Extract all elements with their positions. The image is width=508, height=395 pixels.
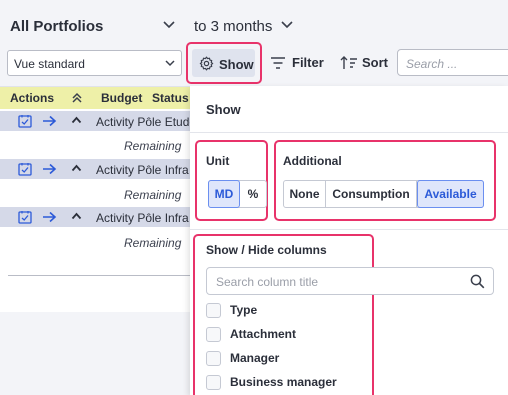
additional-toggle: None Consumption Available <box>283 180 484 208</box>
portfolio-table: Actions Budget Status Activity Pôle Etud… <box>0 86 190 312</box>
unit-percent-option[interactable]: % <box>240 181 266 207</box>
row-remaining: Remaining <box>124 139 182 153</box>
column-toggle-label: Attachment <box>230 327 297 341</box>
table-divider <box>8 275 190 276</box>
checkbox[interactable] <box>206 375 221 390</box>
additional-consumption-option[interactable]: Consumption <box>326 181 417 207</box>
top-bar: All Portfolios to 3 months <box>0 0 508 44</box>
unit-toggle: MD % <box>208 180 267 208</box>
column-toggle-label: Manager <box>230 351 280 365</box>
column-toggle-label: Business manager <box>230 375 337 389</box>
row-name[interactable]: Activity Pôle Infra <box>96 163 190 177</box>
panel-title: Show <box>206 102 241 117</box>
show-button-label: Show <box>219 57 254 72</box>
table-row[interactable]: Activity Pôle Infra <box>0 207 190 227</box>
chevron-down-icon[interactable] <box>280 20 294 30</box>
gear-icon <box>199 56 214 71</box>
search-icon <box>470 274 485 289</box>
filter-icon <box>271 57 285 69</box>
task-check-icon[interactable] <box>18 162 32 176</box>
row-name[interactable]: Activity Pôle Infra <box>96 211 190 225</box>
search-input[interactable]: Search ... <box>397 49 508 76</box>
filter-button-label: Filter <box>292 55 324 70</box>
arrow-right-icon[interactable] <box>42 163 57 175</box>
arrow-right-icon[interactable] <box>42 211 57 223</box>
period-selector[interactable]: to 3 months <box>194 18 272 35</box>
chevron-up-icon[interactable] <box>71 116 82 124</box>
checkbox[interactable] <box>206 327 221 342</box>
table-row[interactable]: Activity Pôle Etudes <box>0 111 190 131</box>
table-header: Actions Budget Status <box>0 87 190 109</box>
checkbox[interactable] <box>206 351 221 366</box>
additional-available-option[interactable]: Available <box>417 180 484 208</box>
show-button[interactable]: Show <box>192 49 255 77</box>
column-toggle-label: Type <box>230 303 258 317</box>
column-search-input[interactable]: Search column title <box>206 267 494 295</box>
chevron-up-icon[interactable] <box>71 212 82 220</box>
row-remaining: Remaining <box>124 188 182 202</box>
chevron-down-icon <box>165 60 175 67</box>
divider <box>190 229 508 230</box>
column-header-budget[interactable]: Budget <box>101 91 142 105</box>
additional-none-option[interactable]: None <box>284 181 326 207</box>
column-header-status[interactable]: Status <box>152 91 189 105</box>
chevron-down-icon[interactable] <box>162 20 176 30</box>
table-row[interactable]: Activity Pôle Infra <box>0 159 190 179</box>
columns-section-title: Show / Hide columns <box>206 243 327 257</box>
additional-section: Additional None Consumption Available <box>274 140 496 221</box>
divider <box>190 132 508 133</box>
row-remaining: Remaining <box>124 236 182 250</box>
task-check-icon[interactable] <box>18 210 32 224</box>
unit-section: Unit MD % <box>195 140 268 221</box>
task-check-icon[interactable] <box>18 114 32 128</box>
chevron-up-icon[interactable] <box>71 164 82 172</box>
portfolio-selector[interactable]: All Portfolios <box>10 18 103 35</box>
checkbox[interactable] <box>206 303 221 318</box>
sort-icon <box>340 56 357 69</box>
collapse-all-icon[interactable] <box>71 92 83 104</box>
show-button-highlight: Show <box>186 42 262 84</box>
arrow-right-icon[interactable] <box>42 115 57 127</box>
column-header-actions[interactable]: Actions <box>10 91 54 105</box>
unit-md-option[interactable]: MD <box>208 180 240 208</box>
view-select-value: Vue standard <box>14 57 85 71</box>
view-select[interactable]: Vue standard <box>7 50 182 76</box>
additional-title: Additional <box>283 154 342 168</box>
unit-title: Unit <box>206 154 230 168</box>
row-name[interactable]: Activity Pôle Etudes <box>96 115 190 129</box>
sort-button-label: Sort <box>362 55 388 70</box>
column-search-placeholder: Search column title <box>216 275 319 289</box>
show-panel: Show Unit MD % Additional None Consumpti… <box>190 86 508 395</box>
